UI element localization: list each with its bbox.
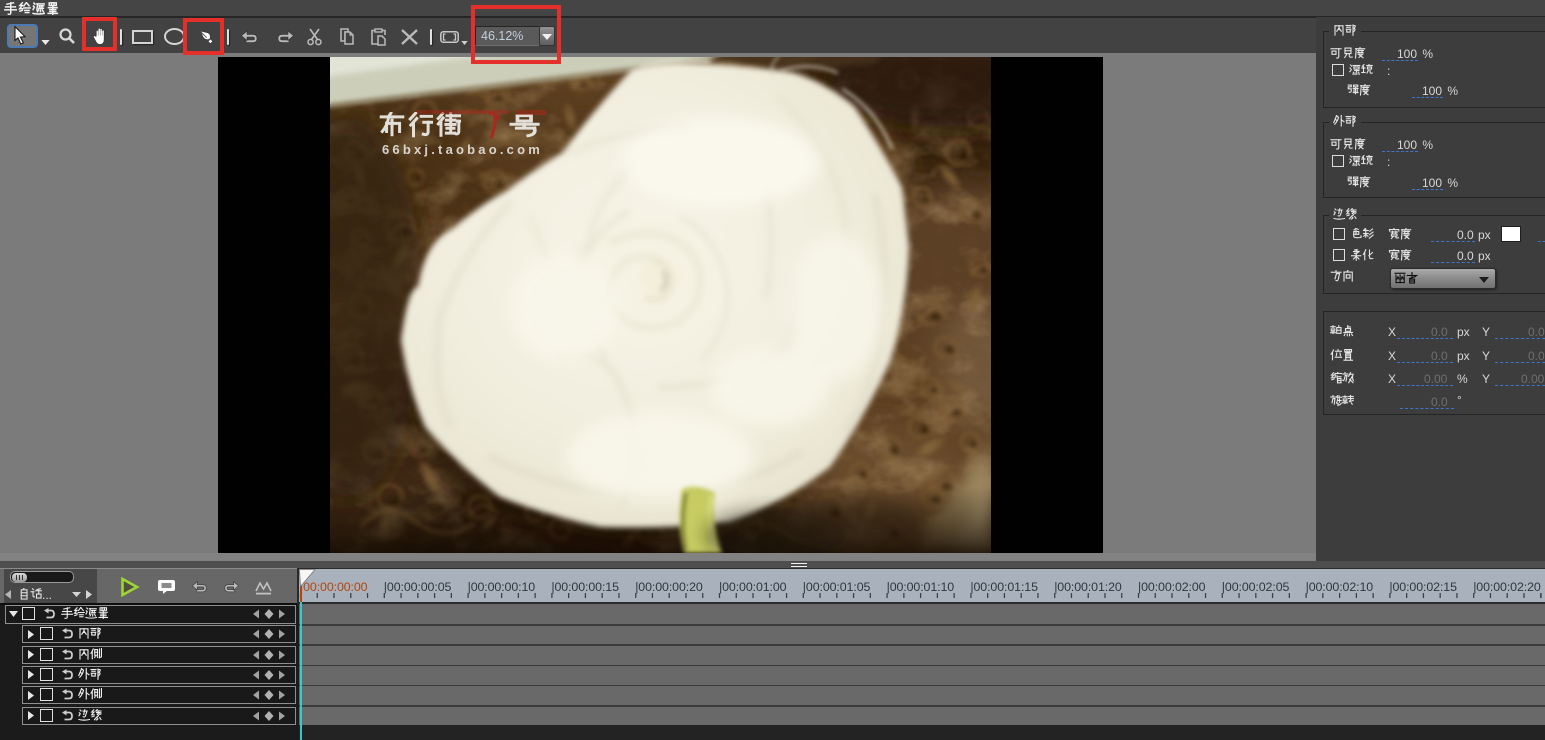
- svg-text:|00:00:00:05: |00:00:00:05: [384, 580, 452, 594]
- svg-text:|00:00:01:05: |00:00:01:05: [803, 580, 871, 594]
- svg-text:|00:00:02:05: |00:00:02:05: [1222, 580, 1290, 594]
- svg-text:|00:00:01:10: |00:00:01:10: [887, 580, 955, 594]
- svg-text:|00:00:02:20: |00:00:02:20: [1473, 580, 1541, 594]
- svg-text:|00:00:02:10: |00:00:02:10: [1306, 580, 1374, 594]
- svg-text:|00:00:01:20: |00:00:01:20: [1054, 580, 1122, 594]
- svg-text:|00:00:02:00: |00:00:02:00: [1138, 580, 1206, 594]
- svg-text:|00:00:02:15: |00:00:02:15: [1389, 580, 1457, 594]
- svg-text:|00:00:00:10: |00:00:00:10: [468, 580, 536, 594]
- svg-text:|00:00:00:15: |00:00:00:15: [551, 580, 619, 594]
- svg-text:|00:00:00:20: |00:00:00:20: [635, 580, 703, 594]
- svg-text:|00:00:01:15: |00:00:01:15: [970, 580, 1038, 594]
- svg-text:|00:00:01:00: |00:00:01:00: [719, 580, 787, 594]
